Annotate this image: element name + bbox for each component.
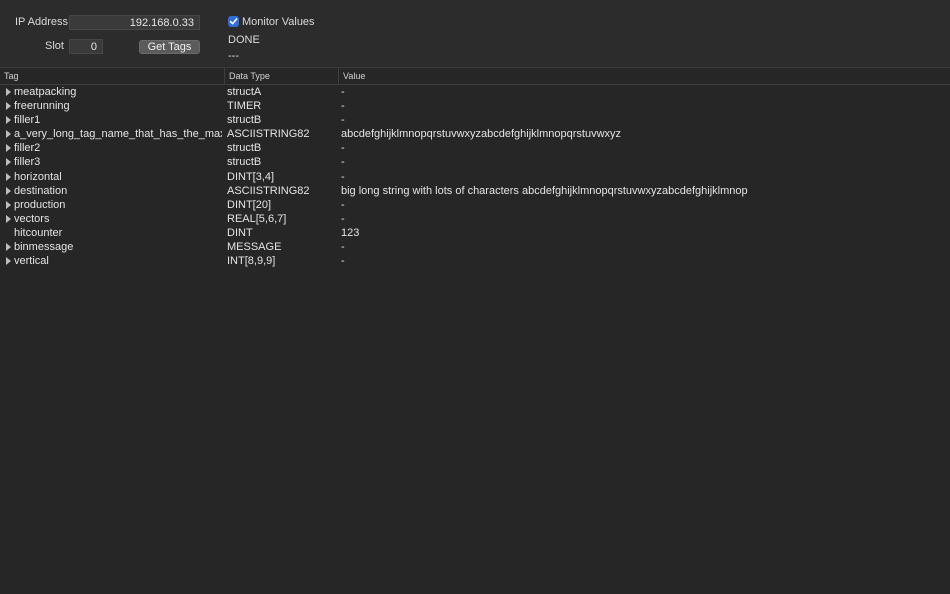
table-row[interactable]: freerunning TIMER - bbox=[0, 99, 950, 113]
table-row[interactable]: filler2 structB - bbox=[0, 141, 950, 155]
data-type: structB bbox=[227, 142, 262, 155]
tag-value: abcdefghijklmnopqrstuvwxyzabcdefghijklmn… bbox=[341, 128, 622, 141]
tag-name: vertical bbox=[14, 255, 49, 268]
tag-value: 123 bbox=[341, 226, 360, 239]
table-row[interactable]: vectors REAL[5,6,7] - bbox=[0, 212, 950, 226]
tag-name: freerunning bbox=[14, 100, 70, 113]
status-detail-text: --- bbox=[228, 50, 239, 62]
tag-name: filler3 bbox=[14, 156, 41, 169]
table-row[interactable]: vertical INT[8,9,9] - bbox=[0, 254, 950, 268]
data-type: structB bbox=[227, 156, 262, 169]
data-type: ASCIISTRING82 bbox=[227, 128, 310, 141]
data-type: structA bbox=[227, 86, 262, 98]
tag-value: - bbox=[341, 142, 345, 155]
table-row[interactable]: production DINT[20] - bbox=[0, 198, 950, 212]
disclosure-triangle-icon[interactable] bbox=[6, 144, 11, 153]
tag-outline-view[interactable]: meatpacking structA - freerunning TIMER … bbox=[0, 85, 950, 268]
table-row[interactable]: a_very_long_tag_name_that_has_the_max_nu… bbox=[0, 127, 950, 141]
data-type: structB bbox=[227, 114, 262, 127]
table-row[interactable]: destination ASCIISTRING82 big long strin… bbox=[0, 184, 950, 198]
disclosure-triangle-icon[interactable] bbox=[6, 116, 11, 125]
monitor-values-label: Monitor Values bbox=[242, 16, 315, 28]
disclosure-triangle-icon[interactable] bbox=[6, 130, 11, 139]
data-type: DINT[20] bbox=[227, 198, 272, 211]
slot-label: Slot bbox=[45, 40, 64, 52]
tag-value: - bbox=[341, 212, 345, 225]
disclosure-triangle-icon[interactable] bbox=[6, 102, 11, 111]
column-header-value[interactable]: Value bbox=[338, 68, 950, 84]
connection-toolbar: IP Address 192.168.0.33 Slot 0 Get Tags … bbox=[0, 0, 950, 68]
data-type: REAL[5,6,7] bbox=[227, 212, 287, 225]
table-row[interactable]: filler3 structB - bbox=[0, 155, 950, 169]
disclosure-triangle-icon[interactable] bbox=[6, 257, 11, 266]
tag-value: - bbox=[341, 86, 345, 98]
data-type: MESSAGE bbox=[227, 241, 282, 254]
checkmark-icon bbox=[229, 18, 238, 25]
data-type: TIMER bbox=[227, 100, 262, 113]
data-type: DINT bbox=[227, 226, 253, 239]
tag-value: - bbox=[341, 241, 345, 254]
ip-address-field[interactable]: 192.168.0.33 bbox=[69, 15, 200, 30]
table-row[interactable]: meatpacking structA - bbox=[0, 85, 950, 99]
tag-name: filler1 bbox=[14, 114, 41, 127]
table-row[interactable]: binmessage MESSAGE - bbox=[0, 240, 950, 254]
get-tags-button[interactable]: Get Tags bbox=[139, 40, 200, 54]
monitor-values-checkbox[interactable] bbox=[228, 16, 239, 27]
tag-value: - bbox=[341, 156, 345, 169]
tag-name: a_very_long_tag_name_that_has_the_max_nu bbox=[14, 128, 222, 141]
slot-field[interactable]: 0 bbox=[69, 39, 103, 54]
tag-name: hitcounter bbox=[14, 226, 63, 239]
table-row[interactable]: hitcounter DINT 123 bbox=[0, 226, 950, 240]
tag-value: - bbox=[341, 170, 345, 183]
tag-name: destination bbox=[14, 184, 68, 197]
tag-name: horizontal bbox=[14, 170, 62, 183]
disclosure-triangle-icon[interactable] bbox=[6, 88, 11, 96]
table-row[interactable]: filler1 structB - bbox=[0, 113, 950, 127]
tag-name: filler2 bbox=[14, 142, 41, 155]
disclosure-triangle-icon[interactable] bbox=[6, 200, 11, 209]
disclosure-triangle-icon[interactable] bbox=[6, 214, 11, 223]
data-type: INT[8,9,9] bbox=[227, 255, 276, 268]
tag-name: vectors bbox=[14, 212, 50, 225]
disclosure-triangle-icon[interactable] bbox=[6, 243, 11, 252]
column-header-tag[interactable]: Tag bbox=[0, 68, 224, 84]
tag-name: meatpacking bbox=[14, 86, 77, 98]
tag-value: - bbox=[341, 255, 345, 268]
table-header: Tag Data Type Value bbox=[0, 68, 950, 85]
status-text: DONE bbox=[228, 34, 260, 46]
disclosure-triangle-icon[interactable] bbox=[6, 172, 11, 181]
disclosure-triangle-icon[interactable] bbox=[6, 186, 11, 195]
tag-name: production bbox=[14, 198, 66, 211]
data-type: DINT[3,4] bbox=[227, 170, 275, 183]
ip-address-label: IP Address bbox=[15, 16, 68, 28]
table-row[interactable]: horizontal DINT[3,4] - bbox=[0, 170, 950, 184]
tag-value: - bbox=[341, 198, 345, 211]
tag-value: big long string with lots of characters … bbox=[341, 184, 748, 197]
tag-name: binmessage bbox=[14, 241, 74, 254]
tag-value: - bbox=[341, 100, 345, 113]
tag-value: - bbox=[341, 114, 345, 127]
disclosure-triangle-icon[interactable] bbox=[6, 158, 11, 167]
column-header-data-type[interactable]: Data Type bbox=[224, 68, 338, 84]
data-type: ASCIISTRING82 bbox=[227, 184, 310, 197]
